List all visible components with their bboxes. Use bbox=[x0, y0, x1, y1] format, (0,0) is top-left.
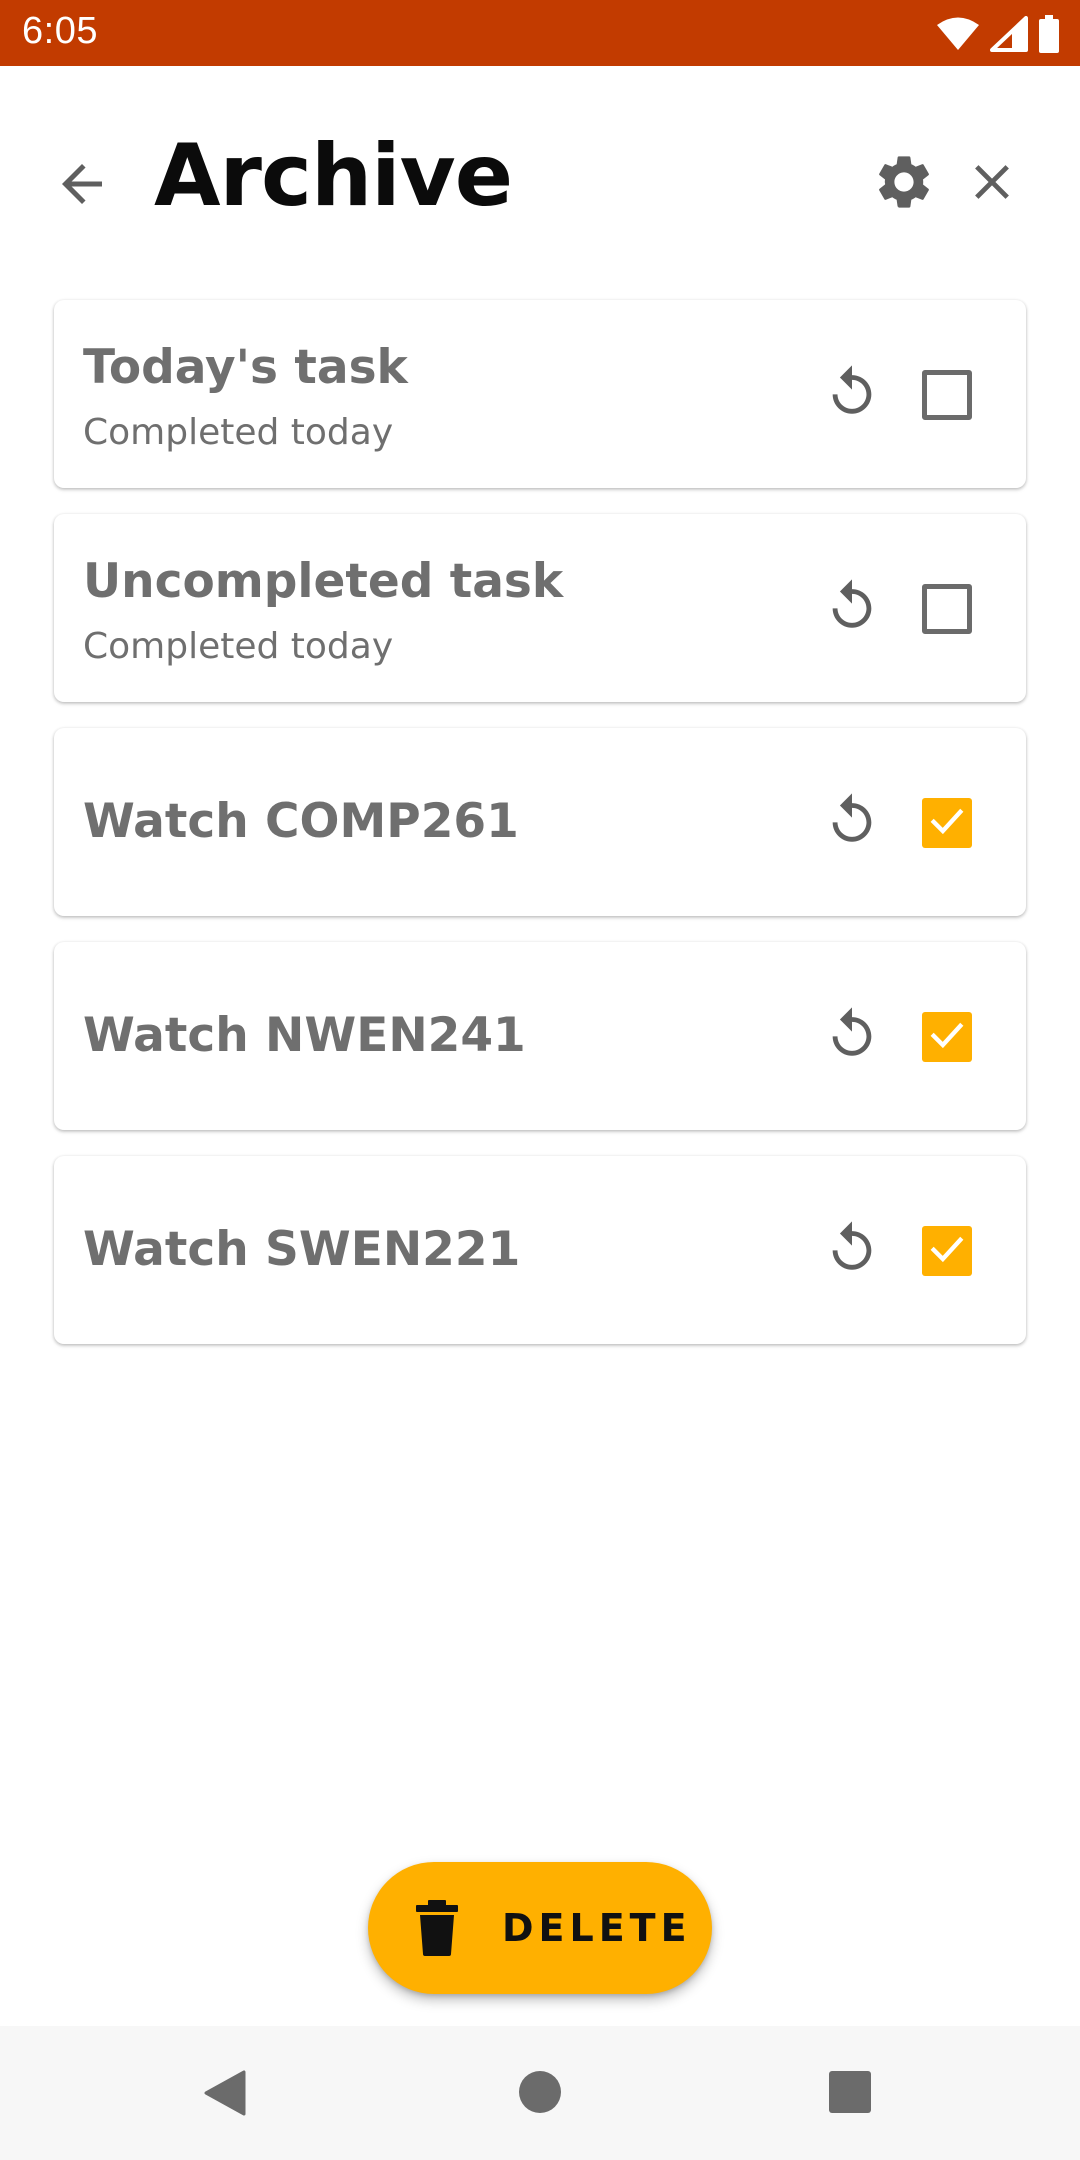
app-header: Archive bbox=[0, 66, 1080, 296]
status-icons bbox=[936, 14, 1060, 54]
task-card[interactable]: Today's task Completed today bbox=[54, 300, 1026, 488]
status-time: 6:05 bbox=[22, 10, 98, 52]
task-checkbox[interactable] bbox=[922, 370, 972, 420]
task-title: Uncompleted task bbox=[83, 554, 564, 609]
task-card[interactable]: Watch COMP261 bbox=[54, 728, 1026, 916]
task-card[interactable]: Watch NWEN241 bbox=[54, 942, 1026, 1130]
page-title: Archive bbox=[154, 126, 513, 226]
settings-button[interactable] bbox=[866, 146, 942, 222]
system-nav-bar bbox=[0, 2026, 1080, 2160]
restore-button[interactable] bbox=[816, 572, 888, 644]
nav-back-icon[interactable] bbox=[200, 2068, 250, 2118]
task-card[interactable]: Uncompleted task Completed today bbox=[54, 514, 1026, 702]
delete-button[interactable]: DELETE bbox=[368, 1862, 712, 1994]
task-title: Watch NWEN241 bbox=[83, 1008, 526, 1063]
trash-icon bbox=[414, 1900, 460, 1956]
checkmark-icon bbox=[927, 1229, 967, 1274]
task-checkbox[interactable] bbox=[922, 1012, 972, 1062]
restore-button[interactable] bbox=[816, 1214, 888, 1286]
nav-recents-icon[interactable] bbox=[828, 2070, 872, 2114]
restore-button[interactable] bbox=[816, 358, 888, 430]
close-icon bbox=[963, 153, 1021, 216]
wifi-icon bbox=[936, 16, 980, 52]
delete-label: DELETE bbox=[502, 1906, 692, 1950]
task-completed-date: Completed today bbox=[83, 626, 394, 667]
checkmark-icon bbox=[927, 801, 967, 846]
task-checkbox[interactable] bbox=[922, 798, 972, 848]
back-button[interactable] bbox=[44, 148, 120, 224]
restore-icon bbox=[823, 577, 881, 640]
status-bar: 6:05 bbox=[0, 0, 1080, 66]
restore-icon bbox=[823, 791, 881, 854]
close-button[interactable] bbox=[954, 146, 1030, 222]
restore-button[interactable] bbox=[816, 786, 888, 858]
gear-icon bbox=[872, 150, 936, 219]
restore-icon bbox=[823, 363, 881, 426]
arrow-back-icon bbox=[52, 154, 112, 219]
task-title: Watch COMP261 bbox=[83, 794, 519, 849]
nav-home-icon[interactable] bbox=[518, 2070, 562, 2114]
archived-task-list: Today's task Completed today Uncompleted… bbox=[54, 300, 1026, 1370]
task-checkbox[interactable] bbox=[922, 1226, 972, 1276]
restore-icon bbox=[823, 1219, 881, 1282]
task-completed-date: Completed today bbox=[83, 412, 394, 453]
task-checkbox[interactable] bbox=[922, 584, 972, 634]
checkmark-icon bbox=[927, 1015, 967, 1060]
restore-icon bbox=[823, 1005, 881, 1068]
task-title: Watch SWEN221 bbox=[83, 1222, 521, 1277]
task-title: Today's task bbox=[83, 340, 408, 395]
battery-icon bbox=[1038, 15, 1060, 53]
restore-button[interactable] bbox=[816, 1000, 888, 1072]
task-card[interactable]: Watch SWEN221 bbox=[54, 1156, 1026, 1344]
cellular-signal-icon bbox=[990, 16, 1028, 52]
